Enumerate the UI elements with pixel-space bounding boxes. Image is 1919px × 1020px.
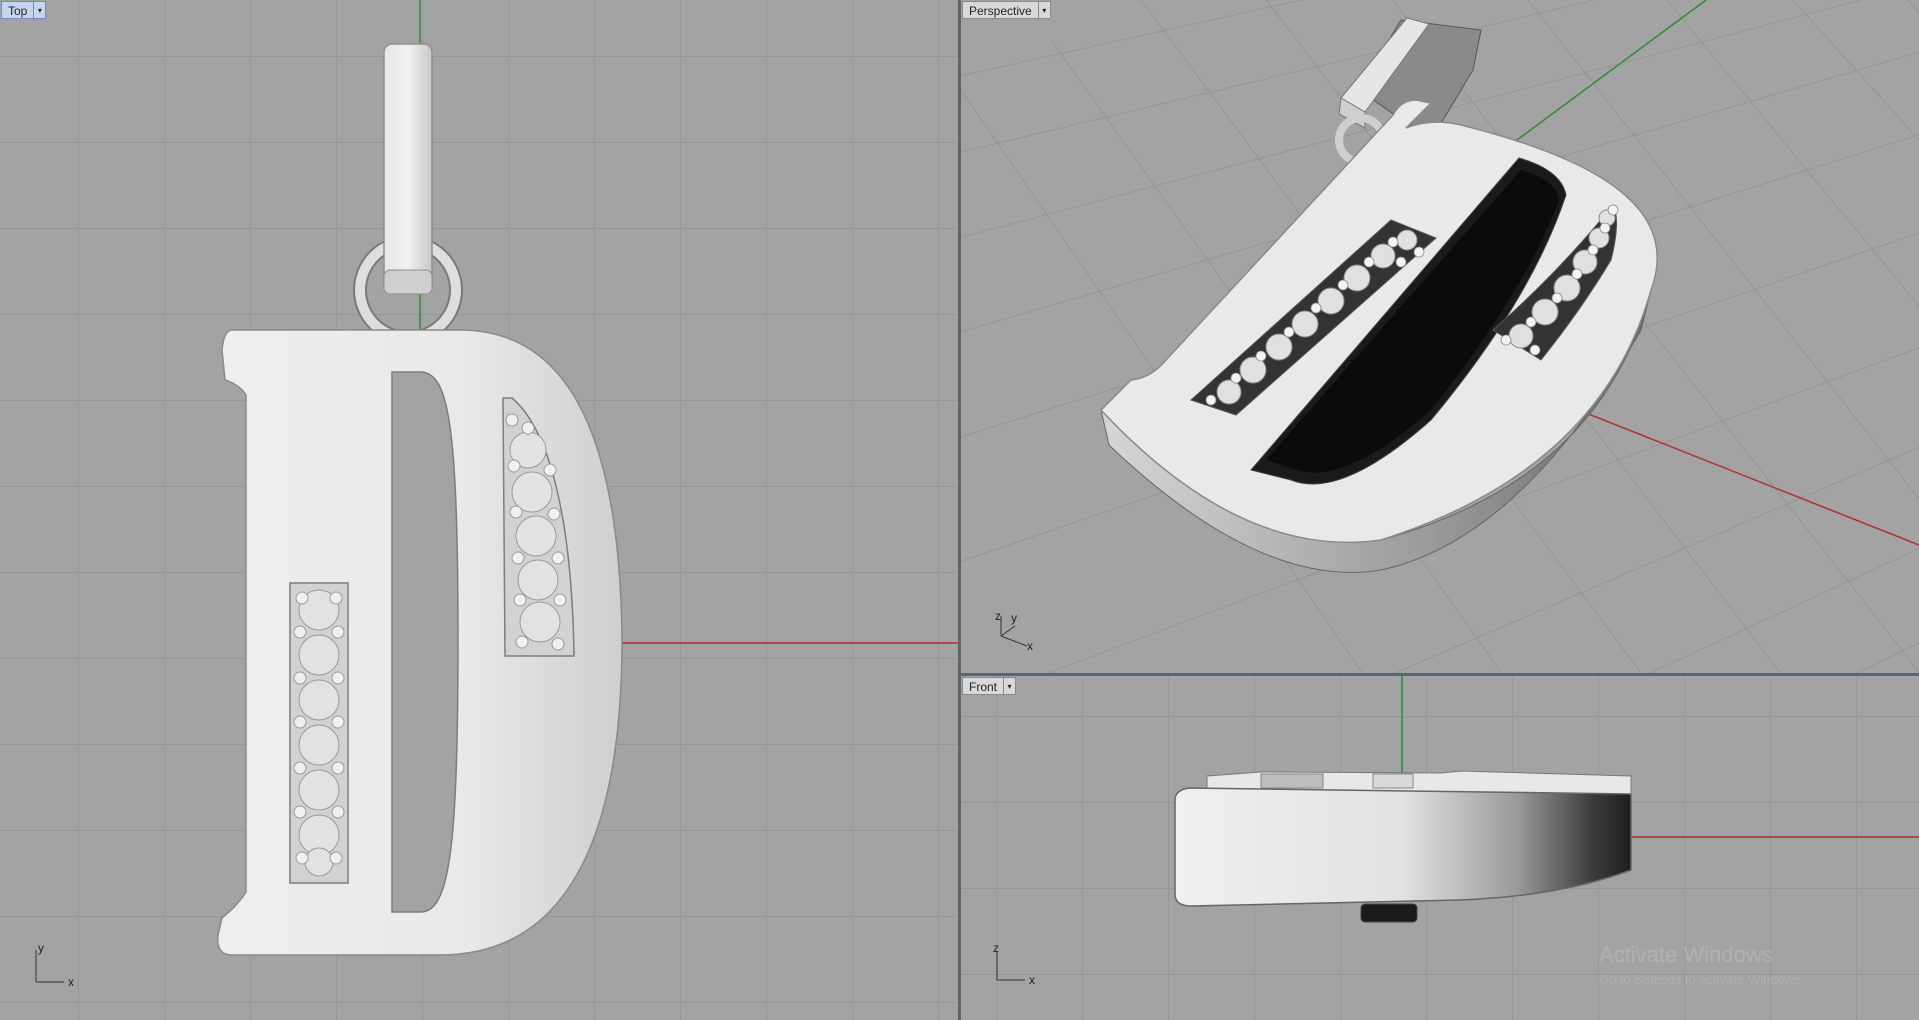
front-axis-icon: z x <box>993 942 1035 987</box>
bail <box>383 43 433 295</box>
svg-text:y: y <box>38 942 44 955</box>
activation-watermark: Activate Windows <box>1599 942 1773 967</box>
top-viewport-tab[interactable]: Top ▾ <box>1 1 47 19</box>
chevron-down-icon[interactable]: ▾ <box>1038 1 1051 19</box>
top-scene <box>217 0 958 956</box>
letter-d-profile <box>1174 787 1632 907</box>
viewport-name: Perspective <box>962 1 1039 19</box>
front-viewport[interactable]: Front ▾ z x Activate Windows Go to Setti <box>961 676 1919 1020</box>
chevron-down-icon[interactable]: ▾ <box>34 1 47 19</box>
chevron-down-icon[interactable]: ▾ <box>1004 677 1017 695</box>
svg-text:y: y <box>1011 611 1017 625</box>
perspective-axis-icon: z y x <box>995 609 1033 653</box>
top-viewport[interactable]: Top ▾ y x <box>0 0 958 1020</box>
front-scene <box>1174 676 1919 923</box>
svg-text:x: x <box>68 975 74 989</box>
bail-bottom <box>1360 903 1418 923</box>
viewport-name: Front <box>962 677 1005 695</box>
perspective-viewport[interactable]: Perspective ▾ z y x <box>961 0 1919 673</box>
svg-text:x: x <box>1029 973 1035 987</box>
svg-text:z: z <box>995 609 1001 623</box>
top-axis-icon: y x <box>35 942 74 989</box>
perspective-viewport-tab[interactable]: Perspective ▾ <box>962 1 1051 19</box>
svg-text:z: z <box>993 942 999 955</box>
viewport-name: Top <box>1 1 35 19</box>
letter-d-counter <box>391 371 459 913</box>
activation-watermark-subtext: Go to Settings to activate Windows. <box>1599 972 1805 987</box>
front-viewport-tab[interactable]: Front ▾ <box>962 677 1017 695</box>
perspective-scene <box>1099 17 1658 573</box>
svg-text:x: x <box>1027 639 1033 653</box>
